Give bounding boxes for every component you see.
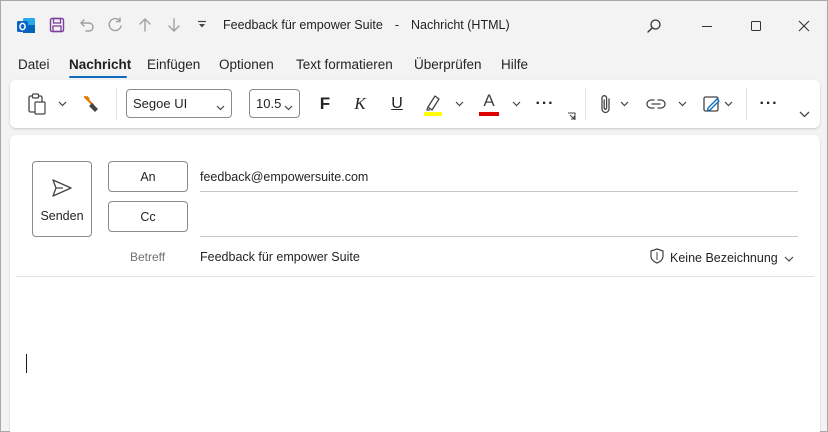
tab-hilfe[interactable]: Hilfe <box>501 57 528 72</box>
to-field[interactable]: feedback@empowersuite.com <box>200 161 798 192</box>
arrow-up-icon[interactable] <box>136 16 154 34</box>
subject-field[interactable]: Feedback für empower Suite <box>200 250 360 264</box>
link-icon[interactable] <box>643 92 669 116</box>
font-color-icon[interactable]: A <box>477 90 501 118</box>
format-painter-icon[interactable] <box>80 92 104 116</box>
header-divider <box>16 276 814 277</box>
paste-dropdown-chevron-icon[interactable] <box>56 98 68 110</box>
message-body[interactable] <box>16 278 814 428</box>
outlook-logo-icon <box>15 15 37 37</box>
more-formatting-button[interactable]: ··· <box>532 92 558 116</box>
title-bar: Feedback für empower Suite - Nachricht (HT… <box>1 1 827 51</box>
title-separator: - <box>394 18 399 32</box>
message-title: Feedback für empower Suite <box>223 18 383 32</box>
ribbon-tabs: Datei Nachricht Einfügen Optionen Text f… <box>1 53 827 79</box>
highlight-dropdown-chevron-icon[interactable] <box>453 98 465 110</box>
font-name-combo[interactable]: Segoe UI <box>126 89 232 118</box>
tab-datei[interactable]: Datei <box>18 57 50 72</box>
font-size-chevron-icon <box>284 99 293 114</box>
shield-icon <box>650 248 664 267</box>
ribbon-separator <box>746 88 747 120</box>
arrow-down-icon[interactable] <box>165 16 183 34</box>
dialog-launcher-icon[interactable] <box>566 111 576 121</box>
close-icon[interactable] <box>794 16 814 36</box>
ribbon-separator <box>585 88 586 120</box>
cc-field[interactable] <box>200 206 798 237</box>
window-title: Feedback für empower Suite - Nachricht (HT… <box>223 18 510 32</box>
cc-button[interactable]: Cc <box>108 201 188 232</box>
to-recipient[interactable]: feedback@empowersuite.com <box>200 170 368 184</box>
send-icon <box>51 178 73 201</box>
search-icon[interactable] <box>644 16 664 36</box>
sensitivity-chevron-icon <box>784 251 794 265</box>
ribbon-separator <box>116 88 117 120</box>
undo-icon[interactable] <box>78 16 96 34</box>
save-icon[interactable] <box>48 16 66 34</box>
attach-dropdown-chevron-icon[interactable] <box>618 98 630 110</box>
customize-toolbar-icon[interactable] <box>195 17 209 33</box>
font-color-letter: A <box>483 91 495 110</box>
highlight-icon[interactable] <box>421 92 445 118</box>
redo-icon[interactable] <box>106 16 124 34</box>
active-tab-indicator <box>69 76 127 78</box>
font-name-value: Segoe UI <box>133 96 188 111</box>
font-name-chevron-icon <box>216 99 225 114</box>
tab-einfuegen[interactable]: Einfügen <box>147 57 200 72</box>
more-commands-button[interactable]: ··· <box>756 92 782 116</box>
paste-icon[interactable] <box>25 93 49 115</box>
outlook-message-window: Feedback für empower Suite - Nachricht (HT… <box>0 0 828 432</box>
link-dropdown-chevron-icon[interactable] <box>676 98 688 110</box>
font-size-combo[interactable]: 10.5 <box>249 89 300 118</box>
message-format: Nachricht (HTML) <box>410 18 510 32</box>
send-label: Senden <box>40 209 84 223</box>
italic-button[interactable]: K <box>348 92 372 116</box>
underline-button[interactable]: U <box>385 92 409 116</box>
font-color-dropdown-chevron-icon[interactable] <box>510 98 522 110</box>
maximize-icon[interactable] <box>746 16 766 36</box>
signature-dropdown-chevron-icon[interactable] <box>722 98 734 110</box>
tab-optionen[interactable]: Optionen <box>219 57 274 72</box>
ribbon-toolbar: Segoe UI 10.5 F K U A ··· ··· <box>10 80 820 128</box>
send-button[interactable]: Senden <box>32 161 92 237</box>
attach-file-icon[interactable] <box>596 92 616 116</box>
font-color-swatch <box>479 112 499 116</box>
font-size-value: 10.5 <box>256 96 282 111</box>
tab-text-formatieren[interactable]: Text formatieren <box>296 57 393 72</box>
expand-ribbon-chevron-icon[interactable] <box>797 108 811 120</box>
text-cursor <box>26 354 27 373</box>
tab-nachricht[interactable]: Nachricht <box>69 57 131 72</box>
bold-button[interactable]: F <box>313 92 337 116</box>
compose-pane: Senden An feedback@empowersuite.com Cc B… <box>10 135 820 432</box>
sensitivity-dropdown[interactable]: Keine Bezeichnung <box>650 248 794 267</box>
minimize-icon[interactable] <box>697 16 717 36</box>
subject-label: Betreff <box>130 250 166 264</box>
to-button[interactable]: An <box>108 161 188 192</box>
signature-icon[interactable] <box>700 92 724 116</box>
tab-ueberpruefen[interactable]: Überprüfen <box>414 57 482 72</box>
sensitivity-label: Keine Bezeichnung <box>670 250 778 265</box>
